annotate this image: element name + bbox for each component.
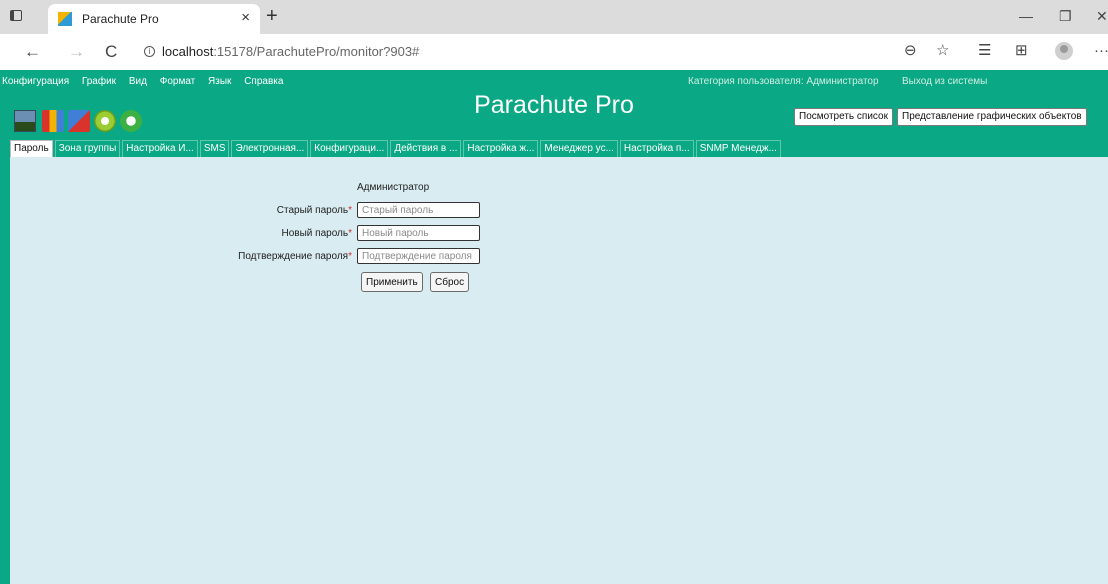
minimize-icon[interactable]: — bbox=[1019, 6, 1033, 26]
tab-email[interactable]: Электронная... bbox=[231, 140, 309, 157]
tab-settings-zh[interactable]: Настройка ж... bbox=[463, 140, 539, 157]
more-icon[interactable]: ··· bbox=[1094, 42, 1108, 60]
app-root: Конфигурация График Вид Формат Язык Спра… bbox=[0, 70, 1108, 584]
confirm-password-label: Подтверждение пароля* bbox=[238, 251, 352, 262]
graphic-view-button[interactable]: Представление графических объектов bbox=[897, 108, 1087, 126]
favorites-icon[interactable]: ☰ bbox=[978, 42, 991, 60]
url-path: :15178/ParachutePro/monitor?903# bbox=[213, 44, 420, 59]
tab-settings-p[interactable]: Настройка п... bbox=[619, 140, 694, 157]
browser-tab[interactable]: Parachute Pro × bbox=[48, 4, 260, 34]
close-icon[interactable]: × bbox=[241, 9, 250, 27]
plus-icon[interactable]: + bbox=[266, 4, 278, 28]
zoom-icon[interactable]: ⊖ bbox=[904, 42, 917, 60]
new-password-label: Новый пароль* bbox=[281, 228, 352, 239]
old-password-label: Старый пароль* bbox=[276, 205, 352, 216]
tab-group-zone[interactable]: Зона группы bbox=[54, 140, 121, 157]
view-list-button[interactable]: Посмотреть список bbox=[794, 108, 893, 126]
url-host: localhost bbox=[162, 44, 214, 59]
required-mark: * bbox=[348, 205, 352, 216]
tab-device-manager[interactable]: Менеджер ус... bbox=[540, 140, 618, 157]
tab-password[interactable]: Пароль bbox=[10, 140, 53, 157]
tab-sms[interactable]: SMS bbox=[199, 140, 230, 157]
profile-icon[interactable] bbox=[1055, 42, 1073, 60]
browser-tabstrip: Parachute Pro × + — ❐ ✕ bbox=[0, 0, 1108, 34]
refresh-icon[interactable] bbox=[120, 110, 142, 132]
tab-actions[interactable]: Действия в ... bbox=[390, 140, 462, 157]
new-password-input[interactable] bbox=[357, 225, 480, 241]
tab-bar: Пароль Зона группы Настройка И... SMS Эл… bbox=[10, 140, 783, 157]
close-window-icon[interactable]: ✕ bbox=[1096, 6, 1108, 26]
required-mark: * bbox=[348, 251, 352, 262]
settings-icon[interactable] bbox=[68, 110, 90, 132]
menu-view[interactable]: Вид bbox=[129, 76, 147, 87]
browser-navbar: ← → C i localhost:15178/ParachutePro/mon… bbox=[0, 34, 1108, 70]
apply-button[interactable]: Применить bbox=[361, 272, 423, 292]
favorite-add-icon[interactable]: ☆ bbox=[936, 42, 949, 60]
refresh-icon[interactable]: C bbox=[105, 43, 117, 61]
menu-bar: Конфигурация График Вид Формат Язык Спра… bbox=[2, 76, 293, 87]
forward-icon: → bbox=[68, 42, 85, 61]
menu-config[interactable]: Конфигурация bbox=[2, 76, 69, 87]
user-category: Категория пользователя: Администратор bbox=[688, 76, 879, 87]
address-bar[interactable]: localhost:15178/ParachutePro/monitor?903… bbox=[162, 44, 419, 59]
password-panel: Администратор Старый пароль* Новый парол… bbox=[10, 157, 1108, 584]
menu-help[interactable]: Справка bbox=[244, 76, 283, 87]
role-label: Администратор bbox=[357, 182, 430, 193]
browser-tab-title: Parachute Pro bbox=[82, 12, 159, 26]
menu-format[interactable]: Формат bbox=[160, 76, 196, 87]
tab-snmp-manager[interactable]: SNMP Менедж... bbox=[695, 140, 781, 157]
logout-link[interactable]: Выход из системы bbox=[902, 76, 987, 87]
tab-actions-icon[interactable] bbox=[10, 10, 22, 21]
menu-schedule[interactable]: График bbox=[82, 76, 116, 87]
back-icon[interactable]: ← bbox=[24, 43, 41, 61]
tools-icon[interactable] bbox=[94, 110, 116, 132]
collections-icon[interactable]: ⊞ bbox=[1015, 42, 1028, 60]
tab-settings-i[interactable]: Настройка И... bbox=[122, 140, 198, 157]
old-password-input[interactable] bbox=[357, 202, 480, 218]
menu-language[interactable]: Язык bbox=[208, 76, 231, 87]
report-icon[interactable] bbox=[42, 110, 64, 132]
reset-button[interactable]: Сброс bbox=[430, 272, 470, 292]
info-icon[interactable]: i bbox=[144, 46, 155, 57]
monitor-icon[interactable] bbox=[14, 110, 36, 132]
tab-configuration[interactable]: Конфигураци... bbox=[310, 140, 389, 157]
favicon-icon bbox=[58, 12, 72, 26]
restore-icon[interactable]: ❐ bbox=[1059, 6, 1072, 26]
required-mark: * bbox=[348, 228, 352, 239]
confirm-password-input[interactable] bbox=[357, 248, 480, 264]
